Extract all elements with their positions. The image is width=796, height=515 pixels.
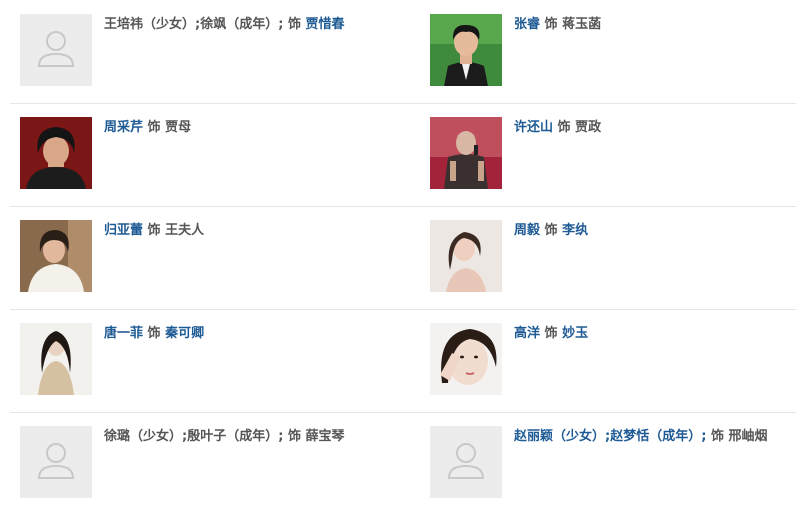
cast-info: 唐一菲 饰 秦可卿 [104, 325, 420, 343]
actor-link[interactable]: 许还山 [514, 120, 553, 135]
cast-info: 许还山 饰 贾政 [514, 119, 796, 137]
cast-info: 高洋 饰 妙玉 [514, 325, 796, 343]
as-label: 饰 [544, 17, 558, 32]
role-name: 蒋玉菡 [562, 17, 602, 32]
as-label: 饰 [710, 429, 724, 444]
cast-card: 许还山 饰 贾政 [430, 117, 796, 189]
cast-card: 归亚蕾 饰 王夫人 [20, 220, 420, 292]
actor-name: 王培祎（少女）;徐飒（成年）; [104, 17, 284, 32]
cast-info: 张睿 饰 蒋玉菡 [514, 16, 796, 34]
actor-photo[interactable] [20, 117, 92, 189]
role-link[interactable]: 李纨 [562, 223, 588, 238]
cast-info: 王培祎（少女）;徐飒（成年）; 饰 贾惜春 [104, 16, 420, 34]
actor-name: 徐璐（少女）;殷叶子（成年）; [104, 429, 284, 444]
actor-photo[interactable] [20, 220, 92, 292]
actor-photo[interactable] [430, 117, 502, 189]
as-label: 饰 [544, 326, 558, 341]
actor-link[interactable]: 高洋 [514, 326, 540, 341]
cast-info: 周毅 饰 李纨 [514, 222, 796, 240]
cast-row: 王培祎（少女）;徐飒（成年）; 饰 贾惜春 张睿 饰 蒋玉菡 [10, 0, 796, 104]
cast-card: 周毅 饰 李纨 [430, 220, 796, 292]
person-placeholder-icon[interactable] [20, 426, 92, 498]
cast-info: 赵丽颖（少女）;赵梦恬（成年）; 饰 邢岫烟 [514, 428, 796, 446]
actor-photo[interactable] [20, 323, 92, 395]
cast-row: 归亚蕾 饰 王夫人 周毅 饰 李纨 [10, 206, 796, 310]
as-label: 饰 [287, 17, 301, 32]
role-link[interactable]: 秦可卿 [165, 326, 204, 341]
role-name: 贾母 [165, 120, 192, 135]
actor-link[interactable]: 唐一菲 [104, 326, 143, 341]
actor-link[interactable]: 赵丽颖（少女）;赵梦恬（成年）; [514, 429, 706, 444]
actor-photo[interactable] [430, 14, 502, 86]
cast-row: 徐璐（少女）;殷叶子（成年）; 饰 薛宝琴 赵丽颖（少女）;赵梦恬（成年）; 饰… [10, 412, 796, 515]
cast-grid: 王培祎（少女）;徐飒（成年）; 饰 贾惜春 张睿 饰 蒋玉菡 周采芹 饰 贾母 … [0, 0, 796, 502]
cast-card: 徐璐（少女）;殷叶子（成年）; 饰 薛宝琴 [20, 426, 420, 498]
role-name: 王夫人 [165, 223, 205, 238]
as-label: 饰 [147, 120, 161, 135]
cast-card: 王培祎（少女）;徐飒（成年）; 饰 贾惜春 [20, 14, 420, 86]
role-name: 薛宝琴 [305, 429, 345, 444]
cast-row: 唐一菲 饰 秦可卿 高洋 饰 妙玉 [10, 309, 796, 413]
cast-info: 周采芹 饰 贾母 [104, 119, 420, 137]
cast-card: 周采芹 饰 贾母 [20, 117, 420, 189]
actor-link[interactable]: 归亚蕾 [104, 223, 143, 238]
cast-card: 赵丽颖（少女）;赵梦恬（成年）; 饰 邢岫烟 [430, 426, 796, 498]
role-link[interactable]: 妙玉 [562, 326, 588, 341]
cast-info: 归亚蕾 饰 王夫人 [104, 222, 420, 240]
person-placeholder-icon[interactable] [430, 426, 502, 498]
as-label: 饰 [287, 429, 301, 444]
cast-info: 徐璐（少女）;殷叶子（成年）; 饰 薛宝琴 [104, 428, 420, 446]
actor-link[interactable]: 周采芹 [104, 120, 143, 135]
as-label: 饰 [147, 223, 161, 238]
as-label: 饰 [147, 326, 161, 341]
role-link[interactable]: 贾惜春 [305, 17, 344, 32]
cast-row: 周采芹 饰 贾母 许还山 饰 贾政 [10, 103, 796, 207]
actor-link[interactable]: 周毅 [514, 223, 540, 238]
actor-photo[interactable] [430, 220, 502, 292]
actor-photo[interactable] [430, 323, 502, 395]
person-placeholder-icon[interactable] [20, 14, 92, 86]
actor-link[interactable]: 张睿 [514, 17, 540, 32]
role-name: 贾政 [575, 120, 602, 135]
as-label: 饰 [557, 120, 571, 135]
cast-card: 高洋 饰 妙玉 [430, 323, 796, 395]
cast-card: 张睿 饰 蒋玉菡 [430, 14, 796, 86]
cast-card: 唐一菲 饰 秦可卿 [20, 323, 420, 395]
role-name: 邢岫烟 [728, 429, 768, 444]
as-label: 饰 [544, 223, 558, 238]
